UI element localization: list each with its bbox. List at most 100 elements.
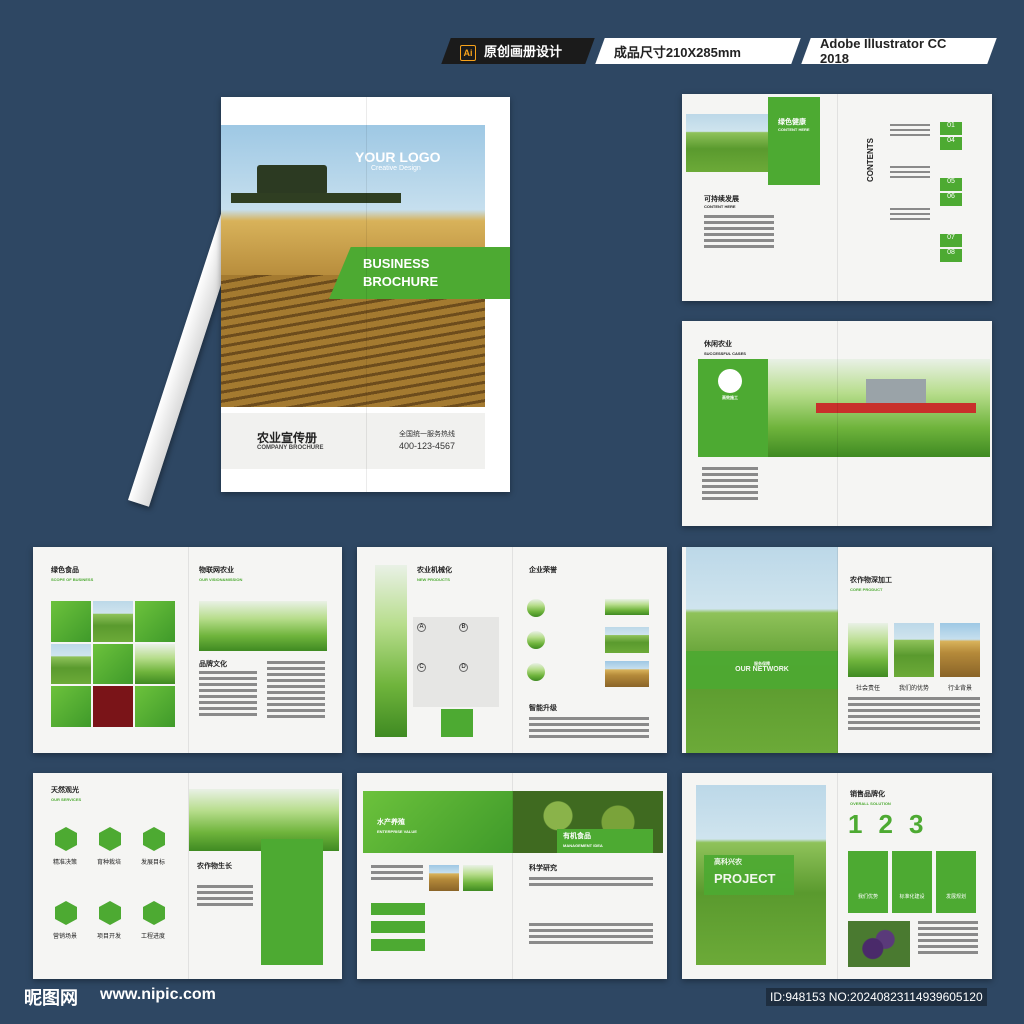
toc-num-01: 01	[940, 122, 962, 135]
spread-project: 高科兴农 PROJECT 销售品牌化 OVERALL SOLUTION 1 2 …	[682, 773, 992, 979]
harvester-shape	[257, 165, 327, 195]
products-title: 农业机械化	[417, 567, 452, 574]
service-label-6: 工程进度	[140, 934, 165, 940]
toc-title: CONTENTS	[866, 138, 875, 182]
spread-products: 农业机械化 NEW PRODUCTS A B C D 企业荣誉 智能升级	[357, 547, 667, 753]
network-captions: 社会责任 我们的优势 行业背景	[848, 683, 980, 692]
spread-network: 服务保障 OUR NETWORK 农作物深加工 CORE PRODUCT 社会责…	[682, 547, 992, 753]
hex-icon-2	[99, 827, 121, 851]
cases-green-box: 高效施工	[698, 359, 768, 457]
network-title: 农作物深加工	[850, 577, 892, 584]
cases-text	[702, 467, 758, 503]
products-green-tile	[441, 709, 473, 737]
spread-cases: 休闲农业 SUCCESSFUL CASES 高效施工	[682, 321, 992, 526]
spread-contents: 绿色健康 CONTENT HERE 可持续发展 CONTENT HERE CON…	[682, 94, 992, 301]
project-cards: 我们优势 标准化建设 发展规划	[848, 851, 976, 913]
value-right-sub: MANAGEMENT IDEA	[563, 843, 603, 848]
brand-title: 品牌文化	[199, 661, 227, 668]
cover-title-en: COMPANY BROCHURE	[257, 445, 324, 451]
software-tag-label: Adobe Illustrator CC 2018	[820, 36, 947, 66]
research-text	[529, 877, 653, 889]
service-label-3: 发展目标	[140, 860, 165, 866]
design-tag: Ai 原创画册设计	[441, 38, 595, 64]
brochure-cover: YOUR LOGO Creative Design BUSINESS BROCH…	[221, 97, 510, 492]
cover-banner: BUSINESS BROCHURE	[329, 247, 510, 299]
card-2-label: 标准化建设	[899, 894, 925, 900]
cases-title: 休闲农业	[704, 341, 732, 348]
step-1: 1	[848, 809, 863, 839]
cases-sub: SUCCESSFUL CASES	[704, 351, 746, 356]
brand-text-2	[267, 661, 325, 721]
hex-icon-4	[55, 901, 77, 925]
software-tag: Adobe Illustrator CC 2018	[801, 36, 997, 66]
hex-icon-5	[99, 901, 121, 925]
services-title: 天然观光	[51, 787, 79, 794]
services-icons-row2	[55, 901, 165, 925]
cases-badge-icon	[718, 369, 742, 393]
network-photos	[848, 623, 980, 677]
design-tag-label: 原创画册设计	[484, 44, 563, 59]
cases-box-text: 高效施工	[722, 395, 738, 400]
caption-2: 我们的优势	[898, 686, 929, 692]
harvester-header	[231, 193, 401, 203]
toc-num-04: 04	[940, 137, 962, 150]
sust-text	[704, 215, 774, 248]
card-1-label: 我们优势	[857, 894, 878, 900]
services-labels-row2: 营销场景 项目开发 工程进度	[47, 931, 171, 940]
services-icons-row1	[55, 827, 165, 851]
toc-num-06: 06	[940, 193, 962, 206]
value-banner: 水产养殖 ENTERPRISE VALUE	[363, 791, 513, 853]
toc-heading: CONTENTS	[860, 138, 878, 182]
project-green-box: 高科兴农 PROJECT	[704, 855, 794, 895]
brand-text	[199, 671, 257, 719]
caption-3: 行业背景	[947, 686, 972, 692]
value-thumbs	[429, 865, 493, 891]
toc-numbers: 01 04 05 06 07 08	[940, 122, 962, 262]
cases-photo	[768, 359, 990, 457]
size-tag-label: 成品尺寸210X285mm	[614, 44, 742, 60]
project-sub: OVERALL SOLUTION	[850, 801, 891, 806]
project-box-title: 高科兴农	[714, 859, 742, 866]
scope-grid	[51, 601, 175, 727]
value-sub: ENTERPRISE VALUE	[377, 829, 417, 834]
spread-services: 天然观光 OUR SERVICES 精准决策 育种栽培 发展目标 营销场景 项目…	[33, 773, 342, 979]
smart-text	[529, 717, 649, 741]
value-right-title: 有机食品	[563, 833, 591, 840]
services-labels-row1: 精准决策 育种栽培 发展目标	[47, 857, 171, 866]
products-sub: NEW PRODUCTS	[417, 577, 450, 582]
step-2: 2	[878, 809, 893, 839]
toc-num-08: 08	[940, 249, 962, 262]
project-box-big: PROJECT	[714, 871, 776, 886]
harvester-red-header	[816, 403, 976, 413]
site-logo: 昵图网	[24, 984, 78, 1010]
products-photo	[375, 565, 407, 737]
option-c: C	[417, 663, 426, 672]
toc-items	[890, 124, 930, 223]
contents-photo	[686, 114, 768, 172]
card-3-label: 发展规划	[945, 894, 966, 900]
image-id: ID:948153 NO:20240823114939605120	[766, 988, 987, 1006]
project-steps: 1 2 3	[848, 809, 923, 840]
cover-banner-line1: BUSINESS	[363, 256, 430, 271]
toc-num-05: 05	[940, 178, 962, 191]
hex-icon-3	[143, 827, 165, 851]
value-bars	[371, 903, 425, 951]
products-options: A B C D	[413, 617, 499, 707]
value-right-box: 有机食品 MANAGEMENT IDEA	[557, 829, 653, 853]
cover-logo-sub: Creative Design	[371, 165, 421, 172]
option-a: A	[417, 623, 426, 632]
green-box-title: 绿色健康	[778, 119, 806, 126]
network-sub: CORE PRODUCT	[850, 587, 883, 592]
illustrator-icon: Ai	[460, 45, 476, 61]
products-thumbs	[605, 599, 649, 687]
scope-sub2: OUR VISION&MISSION	[199, 577, 243, 582]
service-label-2: 育种栽培	[96, 860, 121, 866]
service-label-4: 营销场景	[52, 934, 77, 940]
services-right-title: 农作物生长	[197, 863, 232, 870]
project-text	[918, 921, 978, 957]
products-circles	[527, 599, 545, 681]
value-title: 水产养殖	[377, 819, 405, 826]
services-text	[197, 885, 253, 909]
service-label-5: 项目开发	[96, 934, 121, 940]
green-box-sub: CONTENT HERE	[778, 127, 810, 132]
